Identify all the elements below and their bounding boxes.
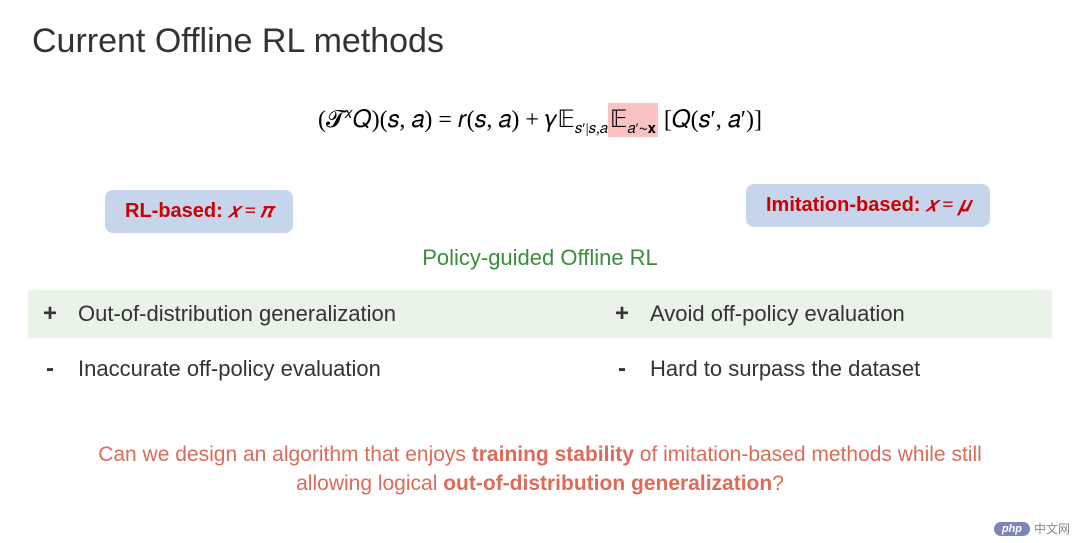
minus-sign-right: -: [602, 355, 642, 383]
eq-lhs: (𝓣: [318, 107, 344, 133]
eq-body: 𝑄)(𝑠, 𝑎) = 𝑟(𝑠, 𝑎) + 𝛾𝔼: [353, 107, 575, 133]
q-b1: training stability: [472, 443, 634, 466]
watermark: php 中文网: [994, 520, 1070, 537]
eq-highlight-E: 𝔼: [610, 107, 628, 133]
bellman-equation: (𝓣𝑥𝑄)(𝑠, 𝑎) = 𝑟(𝑠, 𝑎) + 𝛾𝔼𝑠′|𝑠,𝑎𝔼𝑎′∼𝐱 [𝑄…: [0, 105, 1080, 138]
subtitle: Policy-guided Offline RL: [0, 245, 1080, 271]
eq-sup-x: 𝑥: [344, 106, 352, 122]
imitation-math: 𝑥 = 𝜇: [926, 194, 970, 216]
cons-row: - Inaccurate off-policy evaluation - Har…: [28, 345, 1052, 393]
pros-row: + Out-of-distribution generalization + A…: [28, 290, 1052, 338]
minus-sign-left: -: [28, 355, 72, 383]
eq-highlight: 𝔼𝑎′∼𝐱: [608, 103, 658, 137]
rl-based-label: RL-based:: [125, 200, 228, 222]
slide-title: Current Offline RL methods: [32, 22, 444, 61]
rl-based-math: 𝑥 = 𝜋: [228, 200, 272, 222]
php-pill: php: [994, 522, 1030, 536]
rl-based-badge: RL-based: 𝑥 = 𝜋: [105, 190, 293, 233]
eq-sub1: 𝑠′|𝑠,𝑎: [575, 121, 608, 137]
q-p3: ?: [772, 472, 784, 495]
imitation-label: Imitation-based:: [766, 194, 926, 216]
plus-sign-right: +: [602, 300, 642, 328]
watermark-text: 中文网: [1034, 520, 1070, 537]
eq-rhs: [𝑄(𝑠′, 𝑎′)]: [658, 107, 762, 133]
plus-sign-left: +: [28, 300, 72, 328]
imitation-based-badge: Imitation-based: 𝑥 = 𝜇: [746, 184, 990, 227]
research-question: Can we design an algorithm that enjoys t…: [0, 440, 1080, 499]
con-right-text: Hard to surpass the dataset: [642, 356, 1052, 382]
pro-right-text: Avoid off-policy evaluation: [642, 301, 1052, 327]
q-b2: out-of-distribution generalization: [443, 472, 772, 495]
q-p1: Can we design an algorithm that enjoys: [98, 443, 472, 466]
pro-left-text: Out-of-distribution generalization: [72, 301, 602, 327]
con-left-text: Inaccurate off-policy evaluation: [72, 356, 602, 382]
eq-highlight-sub: 𝑎′∼𝐱: [627, 121, 655, 137]
